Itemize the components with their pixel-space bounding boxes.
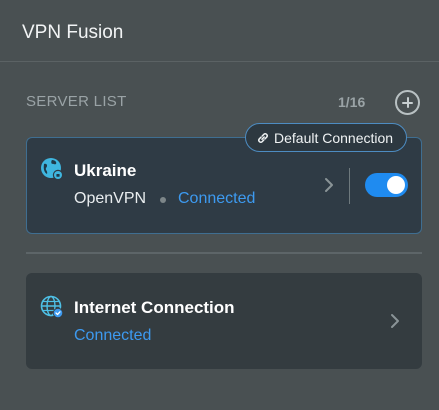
default-connection-label: Default Connection xyxy=(274,129,394,146)
chevron-right-icon[interactable] xyxy=(390,313,400,329)
add-server-button[interactable] xyxy=(395,90,420,115)
server-status: Connected xyxy=(178,190,256,207)
server-protocol: OpenVPN xyxy=(74,190,147,207)
separator-dot xyxy=(160,197,166,203)
default-connection-badge: Default Connection xyxy=(245,123,407,152)
server-count: 1/16 xyxy=(338,94,366,110)
server-name: Ukraine xyxy=(74,161,137,180)
server-toggle[interactable] xyxy=(365,173,408,197)
globe-check-icon xyxy=(40,295,64,319)
section-divider xyxy=(26,252,422,254)
link-icon xyxy=(258,132,268,143)
internet-connection-status: Connected xyxy=(74,327,152,344)
card-divider xyxy=(349,168,350,204)
server-list-label: SERVER LIST xyxy=(26,93,127,110)
chevron-right-icon[interactable] xyxy=(324,177,334,193)
internet-connection-name: Internet Connection xyxy=(74,298,235,317)
header: VPN Fusion xyxy=(0,0,439,62)
globe-vpn-icon xyxy=(41,158,64,181)
page-title: VPN Fusion xyxy=(22,22,124,43)
toggle-knob xyxy=(387,176,405,194)
internet-connection-card[interactable] xyxy=(26,273,422,369)
